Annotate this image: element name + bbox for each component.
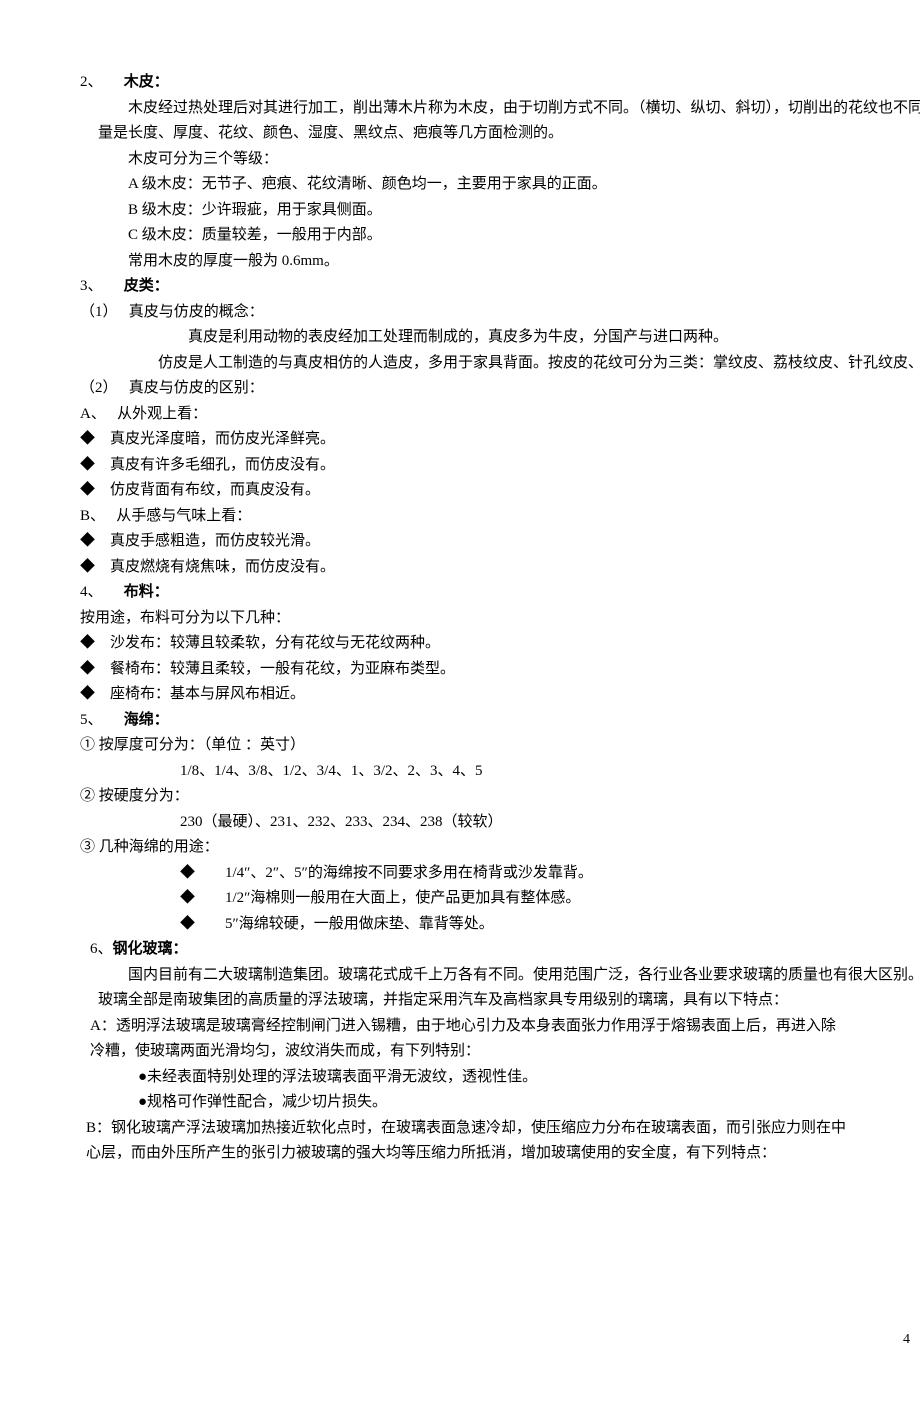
sub1-p2: 仿皮是人工制造的与真皮相仿的人造皮，多用于家具背面。按皮的花纹可分为三类：掌纹皮…: [128, 351, 920, 377]
section-2-num: 2、: [80, 70, 120, 96]
section-5-title: 海绵：: [124, 712, 169, 728]
section-3-sub1: （1） 真皮与仿皮的概念：: [80, 300, 920, 326]
s6-p1: 国内目前有二大玻璃制造集团。玻璃花式成千上万各有不同。使用范围广泛，各行业各业要…: [98, 963, 920, 1014]
s6-b: B：钢化玻璃产浮法玻璃加热接近软化点时，在玻璃表面急速冷却，使压缩应力分布在玻璃…: [80, 1116, 920, 1167]
s4-b3: ◆ 座椅布：基本与屏风布相近。: [80, 682, 920, 708]
section-3-b: B、 从手感与气味上看：: [80, 504, 920, 530]
s4-b2: ◆ 餐椅布：较薄且柔较，一般有花纹，为亚麻布类型。: [80, 657, 920, 683]
sub1-num: （1）: [80, 304, 110, 320]
s5-c1-p: 1/8、1/4、3/8、1/2、3/4、1、3/2、2、3、4、5: [180, 759, 920, 785]
a-b3: ◆ 仿皮背面有布纹，而真皮没有。: [80, 478, 920, 504]
s5-c1: ① 按厚度可分为：（单位 ：英寸）: [80, 733, 920, 759]
s6-b-p: 钢化玻璃产浮法玻璃加热接近软化点时，在玻璃表面急速冷却，使压缩应力分布在玻璃表面…: [86, 1120, 846, 1162]
s6-b-num: B：: [86, 1120, 111, 1136]
section-3-a: A、 从外观上看：: [80, 402, 920, 428]
section-2-p6: 常用木皮的厚度一般为 0.6mm。: [98, 249, 920, 275]
s5-c3-b3: ◆ 5″海绵较硬，一般用做床垫、靠背等处。: [180, 912, 920, 938]
section-2-p1: 木皮经过热处理后对其进行加工，削出薄木片称为木皮，由于切削方式不同。（横切、纵切…: [98, 96, 920, 147]
section-6-heading: 6、钢化玻璃：: [90, 937, 920, 963]
section-2-p2: 木皮可分为三个等级：: [98, 147, 920, 173]
s4-b1: ◆ 沙发布：较薄且较柔软，分有花纹与无花纹两种。: [80, 631, 920, 657]
a-b1: ◆ 真皮光泽度暗，而仿皮光泽鲜亮。: [80, 427, 920, 453]
section-4-title: 布料：: [124, 584, 169, 600]
section-4-heading: 4、 布料：: [80, 580, 920, 606]
section-6-num: 6、: [90, 941, 113, 957]
section-3-heading: 3、 皮类：: [80, 274, 920, 300]
section-3-title: 皮类：: [124, 278, 169, 294]
section-3-num: 3、: [80, 274, 120, 300]
section-2-p5: C 级木皮：质量较差，一般用于内部。: [98, 223, 920, 249]
section-2-p4: B 级木皮：少许瑕疵，用于家具侧面。: [98, 198, 920, 224]
c2-title: 按硬度分为：: [99, 788, 189, 804]
s6-a-b2: ●规格可作弹性配合，减少切片损失。: [138, 1090, 920, 1116]
section-4-p1: 按用途，布料可分为以下几种：: [80, 606, 920, 632]
s6-a-num: A：: [90, 1018, 116, 1034]
s6-a-b1: ●未经表面特别处理的浮法玻璃表面平滑无波纹，透视性佳。: [138, 1065, 920, 1091]
sub1-p1: 真皮是利用动物的表皮经加工处理而制成的，真皮多为牛皮，分国产与进口两种。: [158, 325, 920, 351]
page-number: 4: [903, 1328, 910, 1352]
b-num: B、: [80, 508, 98, 524]
a-title: 从外观上看：: [117, 406, 207, 422]
b-b1: ◆ 真皮手感粗造，而仿皮较光滑。: [80, 529, 920, 555]
c3-num: ③: [80, 839, 95, 855]
section-4-num: 4、: [80, 580, 120, 606]
s5-c2: ② 按硬度分为：: [80, 784, 920, 810]
section-2-heading: 2、 木皮：: [80, 70, 920, 96]
s6-a: A：透明浮法玻璃是玻璃膏经控制闸门进入锡糟，由于地心引力及本身表面张力作用浮于熔…: [80, 1014, 920, 1065]
s5-c2-p: 230（最硬）、231、232、233、234、238（较软）: [180, 810, 920, 836]
c1-title: 按厚度可分为：（单位 ：英寸）: [99, 737, 305, 753]
a-b2: ◆ 真皮有许多毛细孔，而仿皮没有。: [80, 453, 920, 479]
a-num: A、: [80, 406, 98, 422]
section-2-p3: A 级木皮：无节子、疤痕、花纹清晰、颜色均一，主要用于家具的正面。: [98, 172, 920, 198]
b-title: 从手感与气味上看：: [116, 508, 251, 524]
sub1-title: 真皮与仿皮的概念：: [129, 304, 264, 320]
c3-title: 几种海绵的用途：: [99, 839, 219, 855]
b-b2: ◆ 真皮燃烧有烧焦味，而仿皮没有。: [80, 555, 920, 581]
s6-a-p: 透明浮法玻璃是玻璃膏经控制闸门进入锡糟，由于地心引力及本身表面张力作用浮于熔锡表…: [90, 1018, 836, 1060]
section-6-title: 钢化玻璃：: [113, 941, 188, 957]
c2-num: ②: [80, 788, 95, 804]
section-5-num: 5、: [80, 708, 120, 734]
s5-c3-b1: ◆ 1/4″、2″、5″的海绵按不同要求多用在椅背或沙发靠背。: [180, 861, 920, 887]
section-3-sub2: （2） 真皮与仿皮的区别：: [80, 376, 920, 402]
sub2-title: 真皮与仿皮的区别：: [129, 380, 264, 396]
s5-c3-b2: ◆ 1/2″海棉则一般用在大面上，使产品更加具有整体感。: [180, 886, 920, 912]
s5-c3: ③ 几种海绵的用途：: [80, 835, 920, 861]
sub2-num: （2）: [80, 380, 110, 396]
c1-num: ①: [80, 737, 95, 753]
section-2-title: 木皮：: [124, 74, 169, 90]
section-5-heading: 5、 海绵：: [80, 708, 920, 734]
